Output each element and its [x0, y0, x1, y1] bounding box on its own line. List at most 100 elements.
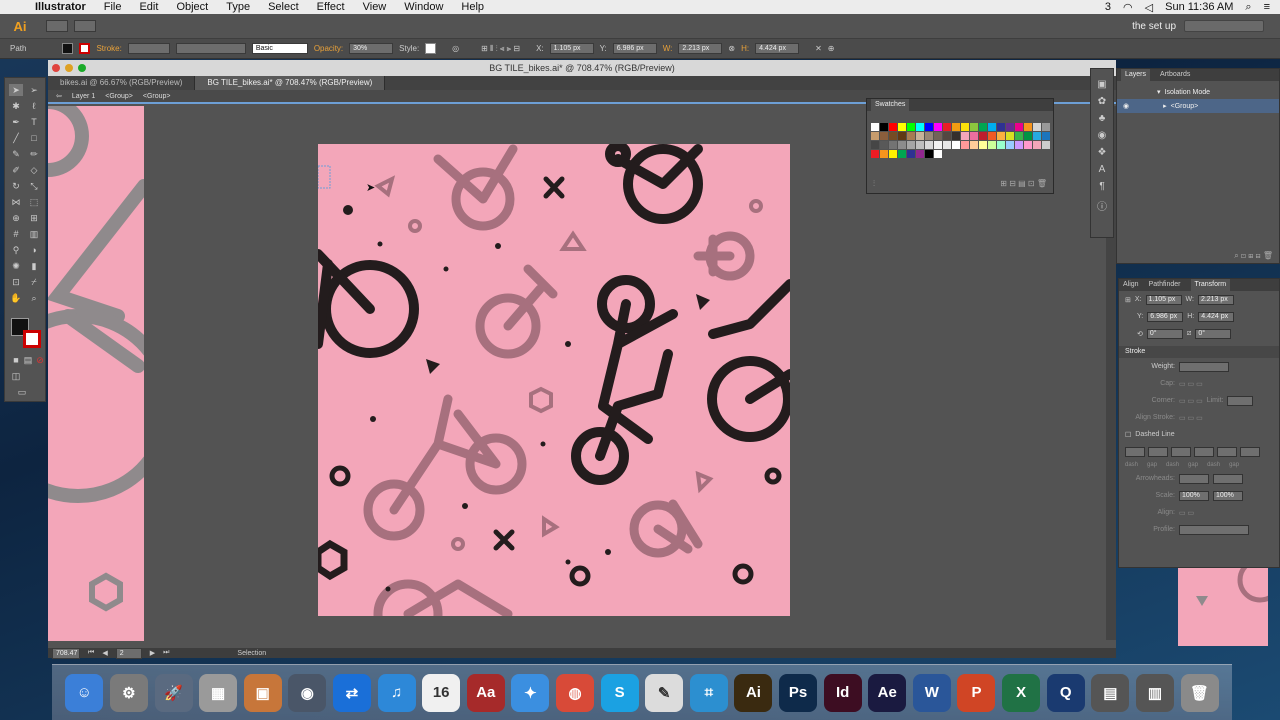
disclosure-triangle-icon[interactable]: ▾ — [1157, 88, 1161, 96]
swatch-43[interactable] — [898, 141, 906, 149]
type-tool-icon[interactable]: T — [27, 116, 41, 128]
artboard[interactable] — [318, 144, 790, 616]
swatch-50[interactable] — [961, 141, 969, 149]
transform-y-field[interactable]: 6.986 px — [1147, 311, 1184, 322]
swatch-8[interactable] — [943, 123, 951, 131]
swatch-66[interactable] — [925, 150, 933, 158]
brushes-panel-icon[interactable]: ✿ — [1091, 96, 1113, 107]
swatch-57[interactable] — [1024, 141, 1032, 149]
shape-builder-tool-icon[interactable]: ⊕ — [9, 212, 23, 224]
dock-trash-icon[interactable]: 🗑 — [1180, 673, 1219, 712]
swatch-34[interactable] — [997, 132, 1005, 140]
width-tool-icon[interactable]: ⋈ — [9, 196, 23, 208]
dock-finder-icon[interactable]: ☺ — [65, 673, 104, 712]
swatch-38[interactable] — [1033, 132, 1041, 140]
dock-illustrator-icon[interactable]: Ai — [734, 673, 773, 712]
prev-artboard-icon[interactable]: ◀ — [102, 649, 107, 657]
tab-transform[interactable]: Transform — [1190, 279, 1231, 291]
screen-mode-icon[interactable]: ▭ — [15, 386, 29, 398]
bridge-button[interactable] — [46, 20, 68, 32]
swatch-24[interactable] — [907, 132, 915, 140]
swatch-12[interactable] — [979, 123, 987, 131]
arrow-align-buttons[interactable]: ▭ ▭ — [1179, 509, 1194, 517]
swatch-7[interactable] — [934, 123, 942, 131]
gap-3-field[interactable] — [1240, 446, 1260, 457]
dock-launchpad-icon[interactable]: 🚀 — [154, 673, 193, 712]
dock-indesign-icon[interactable]: Id — [823, 673, 862, 712]
constrain-proportions-icon[interactable]: ⊗ — [728, 44, 735, 53]
swatch-63[interactable] — [898, 150, 906, 158]
next-artboard-icon[interactable]: ▶ — [150, 649, 155, 657]
menu-window[interactable]: Window — [395, 1, 452, 13]
dock-textedit-icon[interactable]: ✎ — [645, 673, 684, 712]
dock-excel-icon[interactable]: X — [1002, 673, 1041, 712]
arrowhead-end-select[interactable] — [1213, 473, 1243, 484]
search-icon[interactable]: ⌕ — [1245, 1, 1251, 14]
swatch-33[interactable] — [988, 132, 996, 140]
dock-documents-icon[interactable]: ▥ — [1135, 673, 1174, 712]
swatch-67[interactable] — [934, 150, 942, 158]
dock-screenshot-icon[interactable]: ⌗ — [689, 673, 728, 712]
swatch-17[interactable] — [1024, 123, 1032, 131]
swatch-40[interactable] — [871, 141, 879, 149]
swatch-51[interactable] — [970, 141, 978, 149]
breadcrumb-group-2[interactable]: <Group> — [143, 93, 171, 100]
tab-align[interactable]: Align — [1123, 279, 1139, 291]
scale-tool-icon[interactable]: ⤡ — [27, 180, 41, 192]
hand-tool-icon[interactable]: ✋ — [9, 292, 23, 304]
dock-quicktime-icon[interactable]: Q — [1046, 673, 1085, 712]
back-arrow-icon[interactable]: ⇦ — [56, 92, 62, 100]
stroke-section-title[interactable]: Stroke — [1119, 346, 1279, 358]
arrowhead-start-select[interactable] — [1179, 473, 1209, 484]
h-field[interactable]: 4.424 px — [755, 43, 800, 54]
swatch-44[interactable] — [907, 141, 915, 149]
bike-pattern-artwork[interactable] — [318, 144, 790, 616]
dock-camera-icon[interactable]: ◉ — [288, 673, 327, 712]
swatch-37[interactable] — [1024, 132, 1032, 140]
last-artboard-icon[interactable]: ⏭ — [163, 649, 169, 657]
zoom-window-button[interactable] — [78, 64, 86, 72]
swatch-9[interactable] — [952, 123, 960, 131]
layer-row-isolation[interactable]: ▾ Isolation Mode — [1117, 85, 1279, 99]
slice-tool-icon[interactable]: ⌿ — [27, 276, 41, 288]
appearance-panel-icon[interactable]: ◉ — [1091, 130, 1113, 141]
y-field[interactable]: 6.986 px — [612, 43, 657, 54]
notification-count[interactable]: 3 — [1105, 1, 1111, 13]
symbol-sprayer-tool-icon[interactable]: ✺ — [9, 260, 23, 272]
eraser-tool-icon[interactable]: ◇ — [27, 164, 41, 176]
arrange-documents-button[interactable] — [74, 20, 96, 32]
blob-brush-tool-icon[interactable]: ✐ — [9, 164, 23, 176]
zoom-tool-icon[interactable]: ⌕ — [27, 292, 41, 304]
dash-3-field[interactable] — [1217, 446, 1237, 457]
swatch-1[interactable] — [880, 123, 888, 131]
swatch-32[interactable] — [979, 132, 987, 140]
rectangle-tool-icon[interactable]: □ — [27, 132, 41, 144]
swatch-53[interactable] — [988, 141, 996, 149]
dock-after-effects-icon[interactable]: Ae — [868, 673, 907, 712]
swatch-0[interactable] — [871, 123, 879, 131]
paragraph-panel-icon[interactable]: ¶ — [1091, 181, 1113, 192]
gradient-tool-icon[interactable]: ▥ — [27, 228, 41, 240]
w-field[interactable]: 2.213 px — [678, 43, 723, 54]
swatch-21[interactable] — [880, 132, 888, 140]
swatch-49[interactable] — [952, 141, 960, 149]
menu-help[interactable]: Help — [452, 1, 493, 13]
dash-2-field[interactable] — [1171, 446, 1191, 457]
selection-tool-icon[interactable]: ➤ — [9, 84, 23, 96]
fill-color-swatch[interactable] — [62, 43, 74, 54]
swatch-30[interactable] — [961, 132, 969, 140]
swatch-13[interactable] — [988, 123, 996, 131]
dock-itunes-icon[interactable]: ♫ — [377, 673, 416, 712]
mesh-tool-icon[interactable]: # — [9, 228, 23, 240]
symbols-panel-icon[interactable]: ♣ — [1091, 113, 1113, 124]
swatch-20[interactable] — [871, 132, 879, 140]
draw-mode-icon[interactable]: ◫ — [9, 370, 23, 382]
info-panel-icon[interactable]: ⓘ — [1091, 198, 1113, 213]
swatch-56[interactable] — [1015, 141, 1023, 149]
dash-1-field[interactable] — [1125, 446, 1145, 457]
artboard-tool-icon[interactable]: ⊡ — [9, 276, 23, 288]
volume-icon[interactable]: ◁ — [1145, 1, 1153, 14]
free-transform-tool-icon[interactable]: ⬚ — [27, 196, 41, 208]
pen-tool-icon[interactable]: ✒ — [9, 116, 23, 128]
swatch-28[interactable] — [943, 132, 951, 140]
